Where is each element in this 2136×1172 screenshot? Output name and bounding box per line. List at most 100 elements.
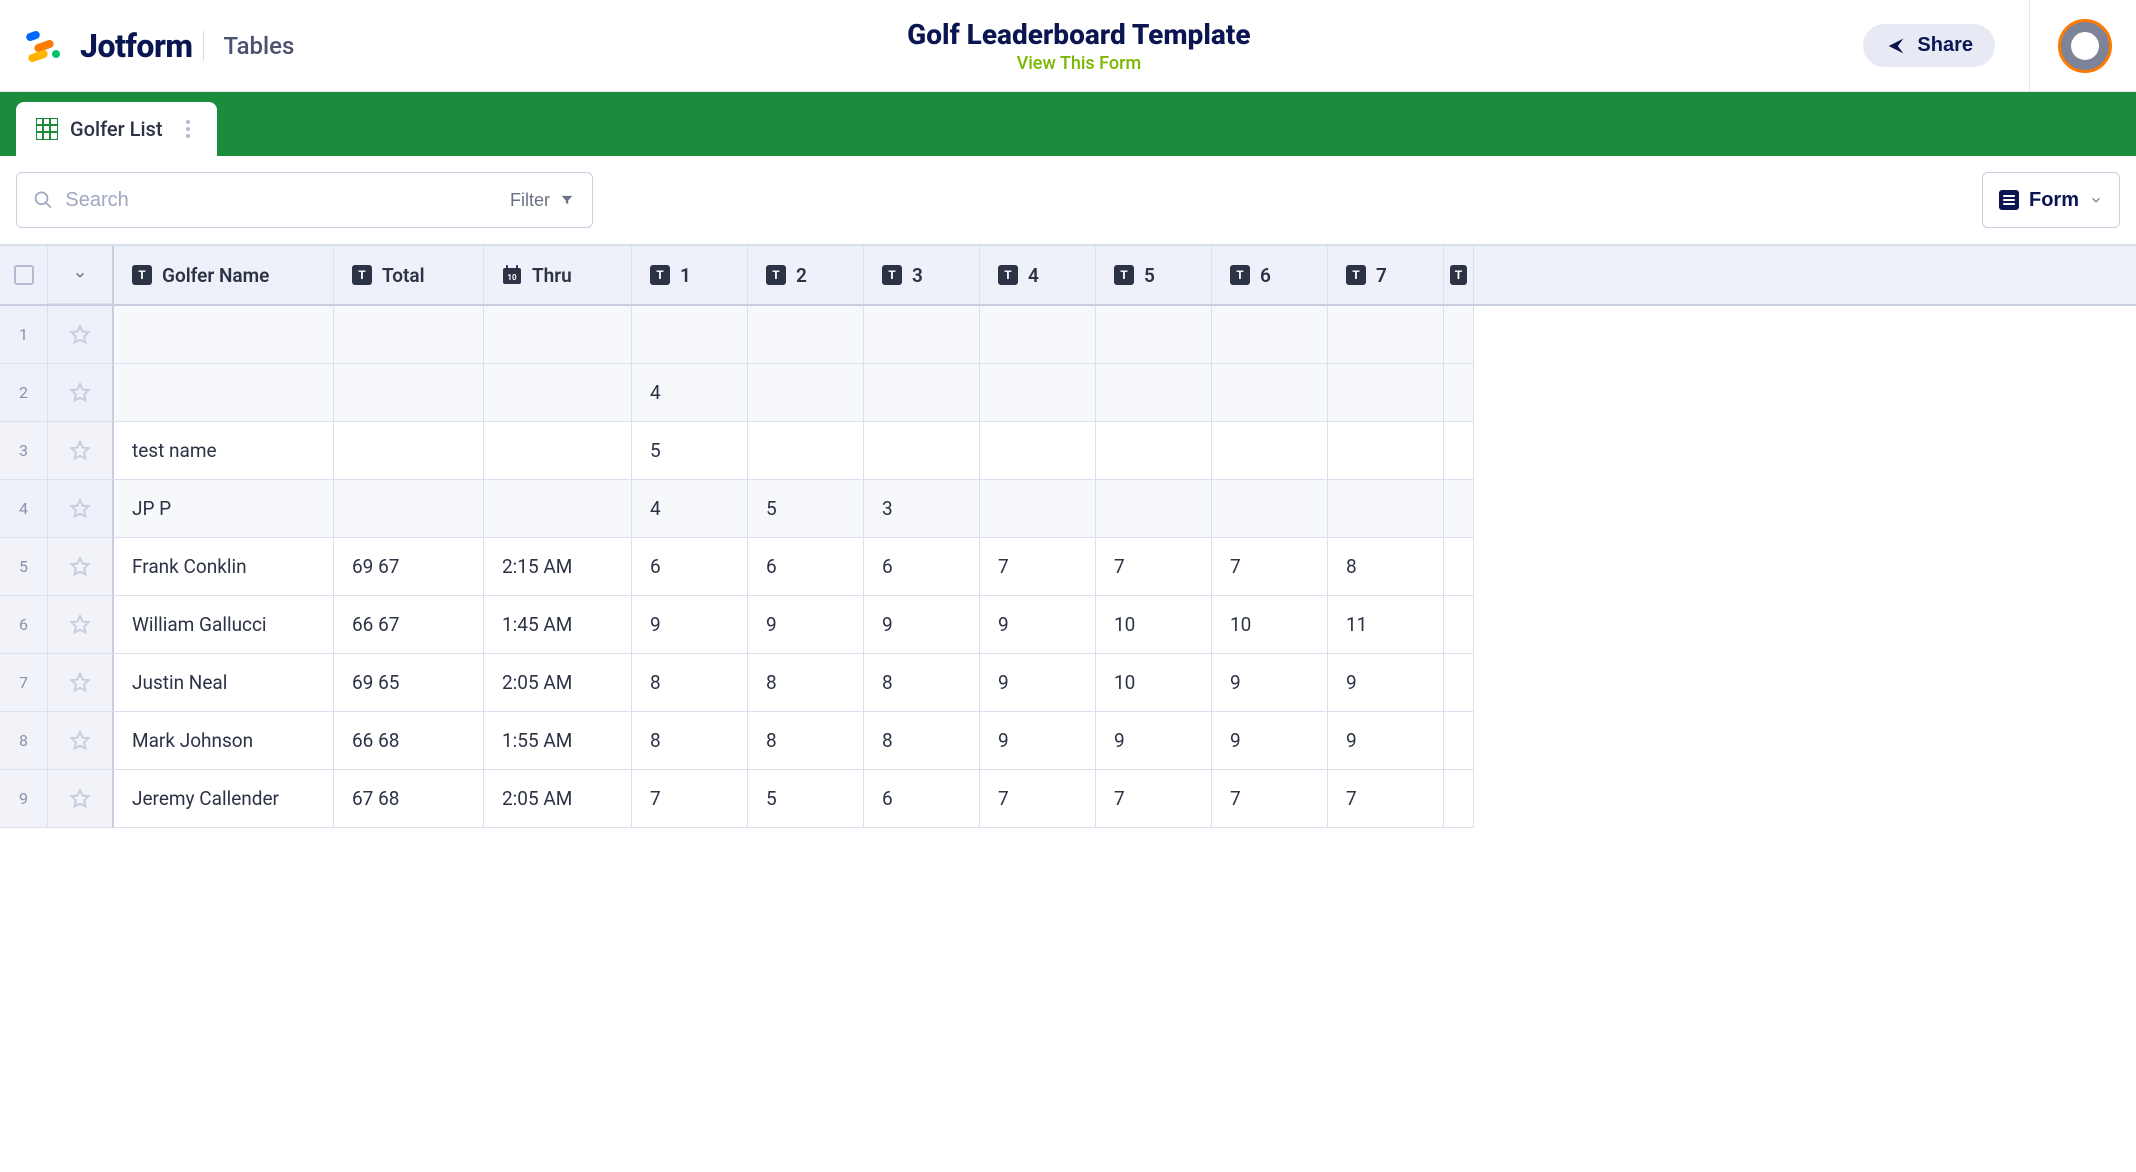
cell-hole[interactable]: 9 <box>1212 654 1328 712</box>
star-icon[interactable] <box>68 787 92 811</box>
star-icon[interactable] <box>68 323 92 347</box>
cell-hole[interactable]: 10 <box>1096 654 1212 712</box>
view-form-link[interactable]: View This Form <box>294 53 1863 74</box>
cell-hole[interactable]: 9 <box>632 596 748 654</box>
cell-golfer-name[interactable]: Frank Conklin <box>114 538 334 596</box>
cell-total[interactable]: 66 67 <box>334 596 484 654</box>
cell-hole[interactable]: 4 <box>632 364 748 422</box>
cell-hole[interactable] <box>864 364 980 422</box>
cell-hole[interactable] <box>1212 480 1328 538</box>
cell-hole[interactable]: 9 <box>1328 654 1444 712</box>
cell-hole[interactable] <box>980 422 1096 480</box>
cell-hole[interactable]: 7 <box>1096 770 1212 828</box>
cell-total[interactable]: 66 68 <box>334 712 484 770</box>
table-row[interactable]: 9Jeremy Callender67 682:05 AM7567777 <box>0 770 2136 828</box>
table-row[interactable]: 7Justin Neal69 652:05 AM88891099 <box>0 654 2136 712</box>
column-header-thru[interactable]: 10 Thru <box>484 246 632 304</box>
table-row[interactable]: 6William Gallucci66 671:45 AM9999101011 <box>0 596 2136 654</box>
column-header-total[interactable]: T Total <box>334 246 484 304</box>
cell-thru[interactable] <box>484 480 632 538</box>
cell-hole[interactable] <box>1328 306 1444 364</box>
column-header-hole[interactable]: T2 <box>748 246 864 304</box>
cell-hole[interactable] <box>632 306 748 364</box>
cell-hole[interactable]: 6 <box>632 538 748 596</box>
column-header-hole[interactable]: T7 <box>1328 246 1444 304</box>
cell-hole[interactable] <box>864 422 980 480</box>
share-button[interactable]: Share <box>1863 24 1995 67</box>
cell-hole[interactable] <box>1096 306 1212 364</box>
cell-hole[interactable]: 6 <box>748 538 864 596</box>
select-all-checkbox[interactable] <box>14 265 34 285</box>
table-row[interactable]: 5Frank Conklin69 672:15 AM6667778 <box>0 538 2136 596</box>
cell-hole[interactable]: 7 <box>1096 538 1212 596</box>
cell-hole[interactable]: 8 <box>748 712 864 770</box>
cell-hole[interactable]: 11 <box>1328 596 1444 654</box>
cell-total[interactable] <box>334 364 484 422</box>
chevron-down-icon[interactable] <box>73 268 87 282</box>
view-selector[interactable]: Form <box>1982 172 2120 228</box>
star-icon[interactable] <box>68 729 92 753</box>
star-icon[interactable] <box>68 555 92 579</box>
cell-hole[interactable] <box>1096 422 1212 480</box>
cell-total[interactable]: 69 67 <box>334 538 484 596</box>
column-header-hole[interactable]: T6 <box>1212 246 1328 304</box>
cell-hole[interactable] <box>1328 422 1444 480</box>
cell-hole[interactable] <box>1096 364 1212 422</box>
cell-hole[interactable]: 7 <box>980 770 1096 828</box>
cell-hole[interactable]: 10 <box>1212 596 1328 654</box>
cell-hole[interactable]: 7 <box>632 770 748 828</box>
avatar[interactable] <box>2058 19 2112 73</box>
table-row[interactable]: 8Mark Johnson66 681:55 AM8889999 <box>0 712 2136 770</box>
cell-golfer-name[interactable]: Justin Neal <box>114 654 334 712</box>
cell-thru[interactable] <box>484 306 632 364</box>
column-header-hole[interactable]: T3 <box>864 246 980 304</box>
cell-hole[interactable]: 9 <box>864 596 980 654</box>
cell-hole[interactable]: 7 <box>1212 538 1328 596</box>
cell-hole[interactable]: 7 <box>980 538 1096 596</box>
cell-golfer-name[interactable]: test name <box>114 422 334 480</box>
filter-button[interactable]: Filter <box>492 172 593 228</box>
column-header-hole[interactable]: T4 <box>980 246 1096 304</box>
cell-hole[interactable]: 9 <box>748 596 864 654</box>
cell-hole[interactable]: 4 <box>632 480 748 538</box>
cell-golfer-name[interactable]: William Gallucci <box>114 596 334 654</box>
cell-golfer-name[interactable] <box>114 306 334 364</box>
cell-hole[interactable] <box>1212 364 1328 422</box>
cell-hole[interactable] <box>980 306 1096 364</box>
star-icon[interactable] <box>68 381 92 405</box>
cell-hole[interactable]: 7 <box>1212 770 1328 828</box>
cell-hole[interactable]: 5 <box>748 480 864 538</box>
cell-golfer-name[interactable]: Jeremy Callender <box>114 770 334 828</box>
table-row[interactable]: 3test name5 <box>0 422 2136 480</box>
cell-hole[interactable]: 6 <box>864 538 980 596</box>
cell-hole[interactable] <box>864 306 980 364</box>
cell-hole[interactable] <box>1328 480 1444 538</box>
cell-total[interactable] <box>334 306 484 364</box>
cell-golfer-name[interactable]: JP P <box>114 480 334 538</box>
brand-logo[interactable]: Jotform <box>24 26 193 66</box>
table-row[interactable]: 4JP P453 <box>0 480 2136 538</box>
cell-thru[interactable]: 2:05 AM <box>484 654 632 712</box>
cell-hole[interactable]: 5 <box>748 770 864 828</box>
cell-hole[interactable]: 9 <box>1212 712 1328 770</box>
cell-hole[interactable] <box>980 480 1096 538</box>
cell-hole[interactable]: 7 <box>1328 770 1444 828</box>
cell-hole[interactable]: 8 <box>864 654 980 712</box>
cell-hole[interactable]: 9 <box>1328 712 1444 770</box>
cell-thru[interactable]: 2:15 AM <box>484 538 632 596</box>
star-icon[interactable] <box>68 497 92 521</box>
cell-total[interactable] <box>334 480 484 538</box>
table-row[interactable]: 1 <box>0 306 2136 364</box>
cell-hole[interactable]: 6 <box>864 770 980 828</box>
cell-hole[interactable]: 8 <box>632 654 748 712</box>
cell-total[interactable] <box>334 422 484 480</box>
cell-golfer-name[interactable]: Mark Johnson <box>114 712 334 770</box>
tab-menu-icon[interactable] <box>179 120 197 138</box>
cell-hole[interactable] <box>980 364 1096 422</box>
cell-hole[interactable]: 9 <box>980 654 1096 712</box>
column-header-hole[interactable]: T5 <box>1096 246 1212 304</box>
cell-thru[interactable]: 1:45 AM <box>484 596 632 654</box>
table-row[interactable]: 24 <box>0 364 2136 422</box>
tables-label[interactable]: Tables <box>224 32 295 60</box>
cell-total[interactable]: 67 68 <box>334 770 484 828</box>
